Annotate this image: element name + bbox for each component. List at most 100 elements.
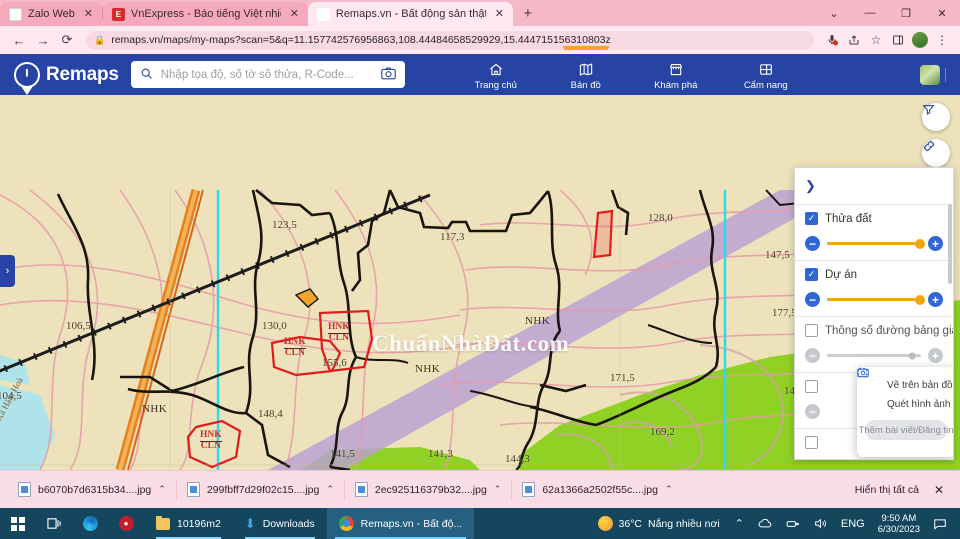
download-item[interactable]: 62a1366a2502f55c....jpg ⌃: [512, 471, 682, 509]
volume-icon[interactable]: [807, 508, 834, 539]
taskbar-item-chrome-remaps[interactable]: Remaps.vn - Bất độ...: [327, 508, 475, 539]
browser-tab-remaps[interactable]: R Remaps.vn - Bất động sản thật ✕: [308, 2, 513, 26]
maximize-button[interactable]: ❐: [888, 0, 924, 26]
map-tools-popover: Vẽ trên bản đồ Quét hình ảnh Thêm bài vi…: [857, 367, 954, 457]
minus-button[interactable]: −: [805, 292, 820, 307]
search-icon: [140, 67, 153, 83]
mic-blocked-icon[interactable]: [822, 30, 842, 50]
forward-icon[interactable]: →: [32, 29, 54, 51]
search-bar[interactable]: [131, 61, 405, 88]
nav-item-trang-chu[interactable]: Trang chủ: [465, 59, 527, 91]
camera-icon[interactable]: [381, 67, 396, 83]
close-icon[interactable]: ✕: [287, 7, 302, 22]
chevron-up-icon[interactable]: ⌃: [728, 508, 751, 539]
clock[interactable]: 9:50 AM 6/30/2023: [872, 513, 926, 535]
side-panel-icon[interactable]: [888, 30, 908, 50]
plus-button[interactable]: +: [928, 236, 943, 251]
minimize-button[interactable]: —: [852, 0, 888, 26]
layer-checkbox-row[interactable]: Thông số đường bảng giá: [805, 324, 943, 337]
onedrive-icon[interactable]: [751, 508, 779, 539]
usb-icon[interactable]: [779, 508, 807, 539]
site-nav: Trang chủ Bản đồ Khám phá Cẩm nang: [465, 59, 797, 91]
chevron-up-icon[interactable]: ⌃: [494, 484, 502, 495]
layer-checkbox-row[interactable]: ✓ Dự án: [805, 268, 943, 281]
profile-avatar-icon[interactable]: [910, 30, 930, 50]
chevron-up-icon[interactable]: ⌃: [665, 484, 673, 495]
slider-track[interactable]: [827, 354, 921, 357]
download-item[interactable]: b6070b7d6315b34....jpg ⌃: [8, 471, 176, 509]
map-canvas[interactable]: Xã Hàm Hoà 123,5 117,3 128,0 147,5 168,6…: [0, 95, 960, 470]
chevron-up-icon[interactable]: ⌃: [326, 484, 334, 495]
remaps-pin-icon: [14, 62, 40, 88]
plus-button[interactable]: +: [928, 348, 943, 363]
close-icon[interactable]: ✕: [492, 7, 507, 22]
nav-item-ban-do[interactable]: Bản đồ: [555, 59, 617, 91]
checkbox-hidden-2[interactable]: [805, 436, 818, 449]
add-post-button[interactable]: Thêm bài viết/Đăng tin: [865, 420, 947, 440]
checkbox-thong-so-duong-bang-gia[interactable]: [805, 324, 818, 337]
layer-row-du-an[interactable]: ✓ Dự án: [795, 261, 953, 285]
popover-item-ve-tren-ban-do[interactable]: Vẽ trên bản đồ: [857, 376, 954, 395]
checkbox-du-an[interactable]: ✓: [805, 268, 818, 281]
download-item[interactable]: 2ec925116379b32....jpg ⌃: [345, 471, 511, 509]
sidebar-toggle-button[interactable]: ›: [0, 255, 15, 287]
filter-button[interactable]: [922, 103, 950, 131]
map-parcel-code: HNK CLN: [200, 431, 222, 451]
nav-label: Bản đồ: [571, 80, 601, 91]
filter-icon: [922, 103, 935, 116]
checkbox-hidden-1[interactable]: [805, 380, 818, 393]
draw-rect-icon: [867, 379, 880, 392]
close-window-button[interactable]: ✕: [924, 0, 960, 26]
reload-icon[interactable]: ⟳: [56, 29, 78, 51]
layer-opacity-slider-thua-dat[interactable]: − +: [795, 229, 953, 260]
language-indicator[interactable]: ENG: [834, 508, 872, 539]
layer-panel-collapse-button[interactable]: ❯: [795, 168, 953, 204]
bookmark-star-icon[interactable]: ☆: [866, 30, 886, 50]
layer-row-thong-so[interactable]: Thông số đường bảng giá: [795, 317, 953, 341]
menu-kebab-icon[interactable]: ⋮: [932, 30, 952, 50]
search-input[interactable]: [161, 69, 373, 81]
back-icon[interactable]: ←: [8, 29, 30, 51]
tab-search-chevron-icon[interactable]: ⌄: [816, 0, 852, 26]
panel-scrollbar[interactable]: [948, 204, 952, 284]
taskbar-item-folder[interactable]: 10196m2: [144, 508, 233, 539]
layer-opacity-slider-du-an[interactable]: − +: [795, 285, 953, 316]
address-bar[interactable]: 🔒 remaps.vn/maps/my-maps?scan=5&q=11.157…: [86, 31, 814, 50]
download-filename: 299fbff7d29f02c15....jpg: [207, 484, 320, 496]
checkbox-thua-dat[interactable]: ✓: [805, 212, 818, 225]
download-item[interactable]: 299fbff7d29f02c15....jpg ⌃: [177, 471, 344, 509]
edge-icon[interactable]: [72, 508, 108, 539]
popover-item-quet-hinh-anh[interactable]: Quét hình ảnh: [857, 395, 954, 414]
layer-checkbox-row[interactable]: ✓ Thửa đất: [805, 212, 943, 225]
chevron-up-icon[interactable]: ⌃: [158, 484, 166, 495]
show-all-downloads-button[interactable]: Hiển thị tất cả: [846, 480, 928, 500]
slider-track[interactable]: [827, 298, 921, 301]
weather-widget[interactable]: 36°C Nắng nhiều nơi: [590, 516, 728, 531]
measure-button[interactable]: [922, 139, 950, 167]
layer-row-thua-dat[interactable]: ✓ Thửa đất: [795, 205, 953, 229]
minus-button[interactable]: −: [805, 348, 820, 363]
nav-item-cam-nang[interactable]: Cẩm nang: [735, 59, 797, 91]
map-elevation-label: 155,6: [322, 357, 347, 369]
minus-button[interactable]: −: [805, 404, 820, 419]
browser-tab-zalo[interactable]: Z Zalo Web ✕: [0, 2, 102, 26]
taskbar-item-downloads[interactable]: ⬇ Downloads: [233, 508, 327, 539]
new-tab-button[interactable]: +: [517, 2, 539, 24]
avatar[interactable]: [920, 65, 946, 85]
plus-button[interactable]: +: [928, 292, 943, 307]
map-landuse-label: NHK: [142, 403, 167, 415]
slider-track[interactable]: [827, 242, 921, 245]
chevron-right-icon: ❯: [805, 178, 816, 194]
brand-logo[interactable]: Remaps: [14, 62, 119, 88]
close-download-bar-button[interactable]: ✕: [928, 483, 952, 497]
window-controls: ⌄ — ❐ ✕: [816, 0, 960, 26]
share-icon[interactable]: [844, 30, 864, 50]
recorder-icon[interactable]: ●: [108, 508, 144, 539]
minus-button[interactable]: −: [805, 236, 820, 251]
task-view-icon[interactable]: [36, 508, 72, 539]
notification-icon[interactable]: [926, 508, 954, 539]
browser-tab-vnexpress[interactable]: E VnExpress - Báo tiếng Việt nhiều ✕: [103, 2, 308, 26]
nav-item-kham-pha[interactable]: Khám phá: [645, 59, 707, 91]
close-icon[interactable]: ✕: [81, 7, 96, 22]
start-icon[interactable]: [0, 508, 36, 539]
